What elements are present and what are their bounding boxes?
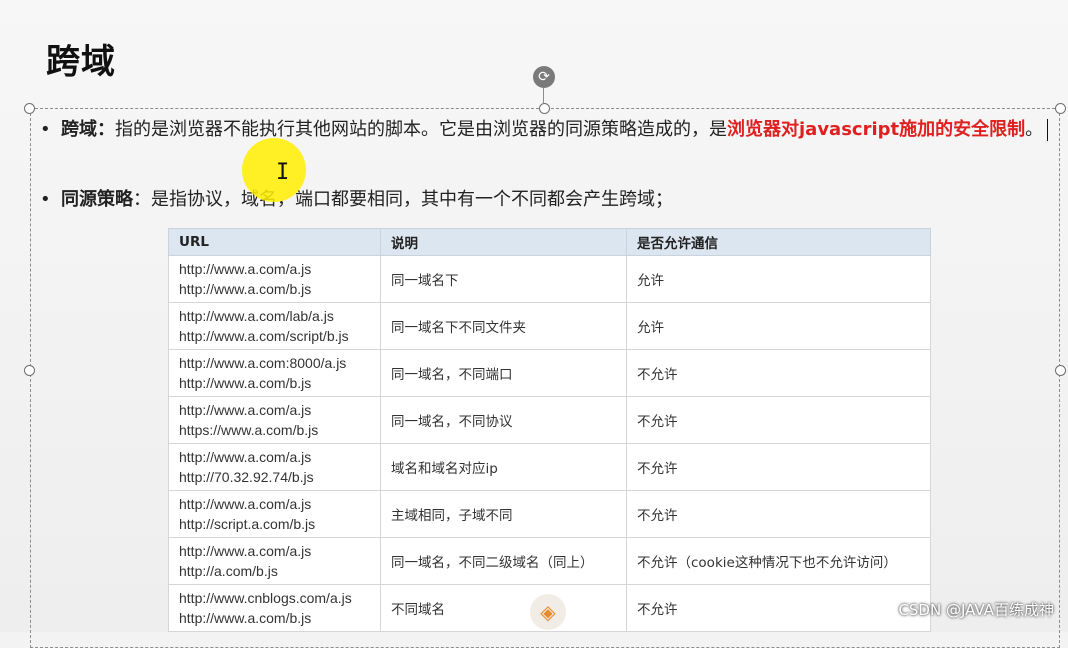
desc-cell: 域名和域名对应ip <box>380 443 627 491</box>
bullet-dot: • <box>40 119 51 140</box>
text-caret <box>1047 119 1049 141</box>
allow-cell: 不允许 <box>626 490 931 538</box>
desc-cell: 同一域名，不同二级域名（同上） <box>380 537 627 585</box>
header-url: URL <box>168 228 381 256</box>
desc-cell: 同一域名下不同文件夹 <box>380 302 627 350</box>
allow-cell: 不允许 <box>626 396 931 444</box>
url-cell: http://www.a.com:8000/a.js http://www.a.c… <box>168 349 381 397</box>
table-row: http://www.a.com/a.js http://a.com/b.js 同… <box>168 537 931 585</box>
period: 。 <box>1025 119 1044 140</box>
allow-cell: 不允许 <box>626 443 931 491</box>
url-cell: http://www.a.com/a.js http://a.com/b.js <box>168 537 381 585</box>
bullet-same-origin[interactable]: 同源策略：是指协议，域名，端口都要相同，其中有一个不同都会产生跨域； <box>61 186 1051 214</box>
slide-title: 跨域 <box>46 42 116 82</box>
same-origin-text: ：是指协议，域名，端口都要相同，其中有一个不同都会产生跨域； <box>133 189 673 210</box>
definition-text: 指的是浏览器不能执行其他网站的脚本。它是由浏览器的同源策略造成的，是 <box>115 119 727 140</box>
rotate-handle-stem <box>543 88 544 103</box>
desc-cell: 不同域名 <box>380 584 627 632</box>
url-cell: http://www.a.com/lab/a.js http://www.a.co… <box>168 302 381 350</box>
desc-cell: 同一域名，不同协议 <box>380 396 627 444</box>
watermark: CSDN @JAVA百练成神 <box>898 601 1054 619</box>
desc-cell: 主域相同，子域不同 <box>380 490 627 538</box>
allow-cell: 不允许 <box>626 584 931 632</box>
table-row: http://www.a.com/a.js http://script.a.com… <box>168 490 931 538</box>
resize-handle-top-right[interactable] <box>1055 103 1066 114</box>
desc-cell: 同一域名下 <box>380 255 627 303</box>
table-row: http://www.a.com/a.js http://www.a.com/b.… <box>168 255 931 303</box>
table-header-row: URL 说明 是否允许通信 <box>168 228 931 256</box>
resize-handle-top-center[interactable] <box>539 103 550 114</box>
allow-cell: 不允许（cookie这种情况下也不允许访问） <box>626 537 931 585</box>
allow-cell: 允许 <box>626 302 931 350</box>
term-cross-domain: 跨域： <box>61 119 115 140</box>
url-cell: http://www.a.com/a.js http://70.32.92.74/… <box>168 443 381 491</box>
cross-domain-table: URL 说明 是否允许通信 http://www.a.com/a.js http:… <box>168 228 931 632</box>
url-cell: http://www.a.com/a.js http://www.a.com/b.… <box>168 255 381 303</box>
resize-handle-middle-right[interactable] <box>1055 365 1066 376</box>
url-cell: http://www.cnblogs.com/a.js http://www.a.… <box>168 584 381 632</box>
table-row: http://www.a.com:8000/a.js http://www.a.c… <box>168 349 931 397</box>
table-row: http://www.a.com/a.js https://www.a.com/b… <box>168 396 931 444</box>
resize-handle-top-left[interactable] <box>24 103 35 114</box>
table-row: http://www.a.com/lab/a.js http://www.a.co… <box>168 302 931 350</box>
table-row: http://www.a.com/a.js http://70.32.92.74/… <box>168 443 931 491</box>
desc-cell: 同一域名，不同端口 <box>380 349 627 397</box>
term-same-origin: 同源策略 <box>61 189 133 210</box>
resize-handle-middle-left[interactable] <box>24 365 35 376</box>
bullet-cross-domain[interactable]: 跨域：指的是浏览器不能执行其他网站的脚本。它是由浏览器的同源策略造成的，是浏览器… <box>61 116 1051 144</box>
url-cell: http://www.a.com/a.js http://script.a.com… <box>168 490 381 538</box>
mouse-highlight <box>242 138 306 202</box>
url-cell: http://www.a.com/a.js https://www.a.com/b… <box>168 396 381 444</box>
header-allow: 是否允许通信 <box>626 228 931 256</box>
text-cursor-icon: I <box>276 160 290 185</box>
bullet-dot: • <box>40 189 51 210</box>
allow-cell: 允许 <box>626 255 931 303</box>
header-desc: 说明 <box>380 228 627 256</box>
logo-icon: ◈ <box>530 594 566 630</box>
allow-cell: 不允许 <box>626 349 931 397</box>
rotate-icon[interactable]: ⟳ <box>533 66 555 88</box>
highlight-text: 浏览器对javascript施加的安全限制 <box>727 119 1026 140</box>
